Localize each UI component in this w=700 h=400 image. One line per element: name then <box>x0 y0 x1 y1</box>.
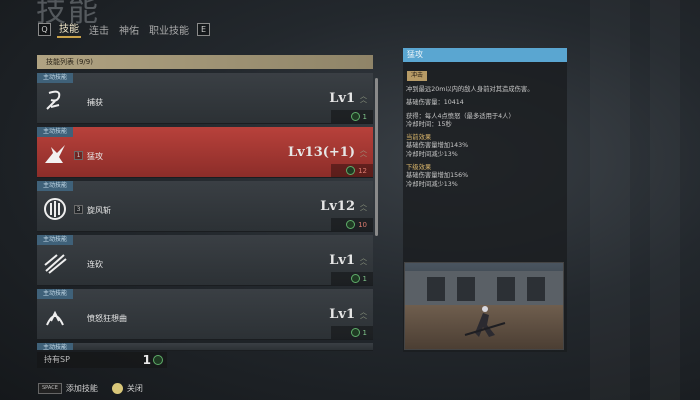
tab-combo[interactable]: 连击 <box>87 22 111 37</box>
skill-row-selected[interactable]: 主动技能 1 猛攻 Lv13(+1) ︿ ︿ 12 <box>37 127 373 178</box>
slot-number: 1 <box>74 151 83 160</box>
sp-coin-icon <box>350 274 360 283</box>
skill-cost: 10 <box>331 218 373 231</box>
skill-list-header: 技能列表 (9/9) <box>37 55 373 69</box>
tab-bar: Q 技能 连击 神佑 职业技能 E <box>38 20 210 38</box>
sp-coin-icon <box>346 220 356 229</box>
sp-coin-icon <box>346 166 356 175</box>
skill-type-tag: 主动技能 <box>37 181 74 191</box>
level-up-icon[interactable]: ︿ ︿ <box>359 93 368 104</box>
current-effect-line: 基础伤害量增加143% <box>406 142 469 150</box>
close-key-icon[interactable] <box>111 383 123 394</box>
skill-level: Lv1 <box>329 91 355 106</box>
skill-name: 猛攻 <box>87 152 103 161</box>
background-pillar <box>590 0 630 400</box>
skill-row[interactable]: 主动技能 捕获 Lv1 ︿ ︿ 1 <box>37 73 373 124</box>
combo-slash-icon <box>41 247 69 279</box>
detail-base-damage: 基础伤害量：10414 <box>406 99 464 107</box>
skill-type-tag: 主动技能 <box>37 289 74 299</box>
sp-coin-icon <box>350 328 360 337</box>
assault-icon <box>41 139 69 171</box>
whirlwind-icon <box>41 193 69 225</box>
list-scrollbar[interactable] <box>375 78 378 236</box>
skill-row[interactable]: 主动技能 愤怒狂想曲 Lv1 ︿ ︿ 1 <box>37 289 373 340</box>
bottom-actions: SPACE 添加技能 关闭 <box>38 383 143 394</box>
detail-desc: 冲到最远20m以内的敌人身前对其造成伤害。 <box>406 86 534 93</box>
skill-name: 愤怒狂想曲 <box>87 314 127 323</box>
skill-detail-panel: 猛攻 冲击 冲到最远20m以内的敌人身前对其造成伤害。 基础伤害量：10414 … <box>403 48 567 352</box>
detail-title: 猛攻 <box>403 48 567 62</box>
skill-cost: 1 <box>331 110 373 123</box>
grapple-icon <box>41 85 69 117</box>
skill-level: Lv12 <box>320 199 355 214</box>
sp-counter: 持有SP 1 <box>37 352 167 368</box>
add-skill-button[interactable]: 添加技能 <box>66 383 98 394</box>
skill-cost: 1 <box>331 326 373 339</box>
tab-blessing[interactable]: 神佑 <box>117 22 141 37</box>
background-pillar <box>650 0 680 400</box>
skill-cost: 1 <box>331 272 373 285</box>
skill-name: 连砍 <box>87 260 103 269</box>
level-up-icon[interactable]: ︿ ︿ <box>359 255 368 266</box>
skill-row[interactable]: 主动技能 <box>37 343 373 351</box>
space-key[interactable]: SPACE <box>38 383 62 394</box>
tab-left-key[interactable]: Q <box>38 22 51 36</box>
tab-class-skills[interactable]: 职业技能 <box>147 22 191 37</box>
current-effect-line: 冷却时间减少13% <box>406 150 458 158</box>
skill-level: Lv1 <box>329 307 355 322</box>
detail-cooldown: 冷却时间：15秒 <box>406 120 452 128</box>
skill-name: 捕获 <box>87 98 103 107</box>
level-up-icon[interactable]: ︿ ︿ <box>359 309 368 320</box>
skill-cost: 12 <box>331 164 373 177</box>
skill-row[interactable]: 主动技能 3 旋风斩 Lv12 ︿ ︿ 10 <box>37 181 373 232</box>
detail-gain: 获得：每人4点愤怒（最多适用于4人） <box>406 112 515 120</box>
slot-number: 3 <box>74 205 83 214</box>
close-button[interactable]: 关闭 <box>127 383 143 394</box>
skill-type-tag: 主动技能 <box>37 127 74 137</box>
skill-type-tag: 主动技能 <box>37 343 74 350</box>
tab-skills[interactable]: 技能 <box>57 20 81 38</box>
level-up-icon[interactable]: ︿ ︿ <box>359 147 368 158</box>
rage-rhapsody-icon <box>41 301 69 333</box>
sp-coin-icon <box>350 112 360 121</box>
skill-level: Lv1 <box>329 253 355 268</box>
level-up-icon[interactable]: ︿ ︿ <box>359 201 368 212</box>
skill-row[interactable]: 主动技能 连砍 Lv1 ︿ ︿ 1 <box>37 235 373 286</box>
sp-label: 持有SP <box>44 355 70 364</box>
detail-tag: 冲击 <box>407 71 428 81</box>
next-effect-line: 冷却时间减少13% <box>406 180 458 188</box>
skill-type-tag: 主动技能 <box>37 235 74 245</box>
next-effect-line: 基础伤害量增加156% <box>406 172 469 180</box>
sp-value: 1 <box>143 352 163 368</box>
skill-preview-video <box>404 262 564 350</box>
sp-coin-icon <box>153 355 163 365</box>
skill-type-tag: 主动技能 <box>37 73 74 83</box>
skill-level: Lv13(+1) <box>287 145 355 160</box>
tab-right-key[interactable]: E <box>197 22 210 36</box>
skill-name: 旋风斩 <box>87 206 111 215</box>
